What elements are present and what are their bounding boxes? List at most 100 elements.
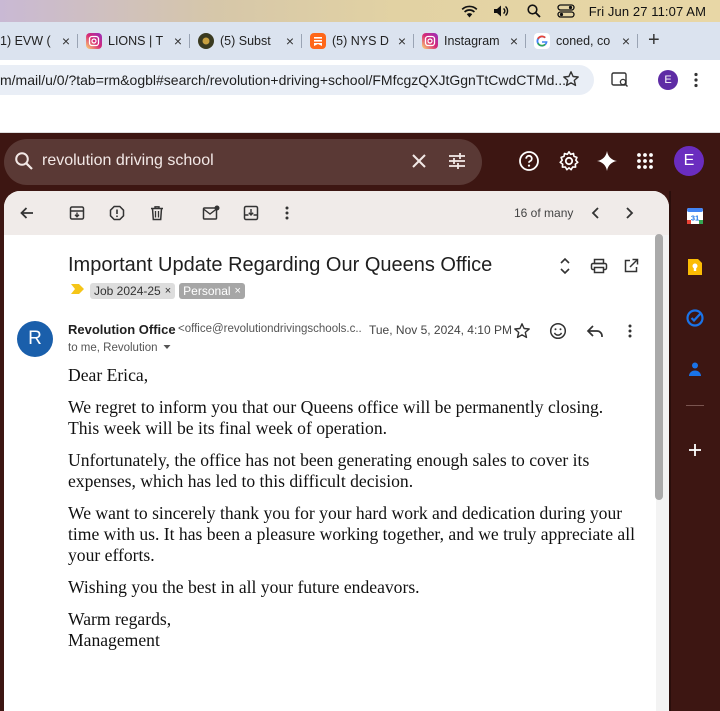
browser-menu-icon[interactable] — [684, 68, 708, 92]
search-options-icon[interactable] — [446, 150, 468, 177]
back-arrow-icon[interactable] — [16, 202, 38, 224]
macos-menu-bar: Fri Jun 27 11:07 AM — [0, 0, 720, 22]
calendar-day-text: 31 — [691, 214, 699, 223]
report-spam-icon[interactable] — [106, 202, 128, 224]
new-tab-button[interactable]: + — [638, 29, 670, 52]
sent-date: Tue, Nov 5, 2024, 4:10 PM — [369, 323, 512, 337]
browser-tab-nys[interactable]: (5) NYS D × — [302, 26, 414, 56]
search-icon[interactable] — [14, 151, 34, 176]
move-to-icon[interactable] — [240, 202, 262, 224]
google-calendar-icon[interactable]: 31 — [684, 205, 706, 227]
label-chip-job[interactable]: Job 2024-25 × — [90, 283, 176, 299]
side-panel-divider — [686, 405, 704, 406]
circle-logo-icon — [198, 33, 214, 49]
tab-label: (5) NYS D — [332, 34, 389, 48]
email-toolbar: 16 of many — [4, 191, 669, 235]
browser-tab-instagram[interactable]: Instagram × — [414, 26, 526, 56]
close-icon[interactable]: × — [168, 33, 182, 49]
body-paragraph: Wishing you the best in all your future … — [68, 577, 420, 597]
help-icon[interactable] — [516, 148, 542, 174]
sender-email: <office@revolutiondrivingschools.c... — [178, 323, 362, 335]
gmail-search-bar[interactable]: revolution driving school — [4, 139, 482, 185]
email-body: Dear Erica, We regret to inform you that… — [68, 365, 638, 662]
email-subject: Important Update Regarding Our Queens Of… — [68, 254, 493, 276]
instagram-icon — [422, 33, 438, 49]
scrollbar-thumb[interactable] — [655, 234, 663, 500]
menu-bar-clock[interactable]: Fri Jun 27 11:07 AM — [589, 4, 706, 19]
account-avatar[interactable]: E — [674, 146, 704, 176]
close-icon[interactable]: × — [280, 33, 294, 49]
browser-tab-evw[interactable]: 1) EVW ( × — [0, 26, 78, 56]
clear-search-icon[interactable] — [408, 150, 430, 177]
sender-avatar[interactable]: R — [17, 321, 53, 357]
browser-tab-substack[interactable]: (5) Subst × — [190, 26, 302, 56]
tab-label: 1) EVW ( — [0, 34, 51, 48]
remove-label-icon[interactable]: × — [165, 285, 171, 297]
mark-unread-icon[interactable] — [200, 202, 222, 224]
body-paragraph: Dear Erica, — [68, 365, 149, 385]
tab-label: LIONS | T — [108, 34, 164, 48]
email-reading-pane: 16 of many Important Update Regarding Ou… — [4, 191, 669, 711]
pagination-count: 16 of many — [514, 206, 574, 220]
tab-label: (5) Subst — [220, 34, 271, 48]
browser-tab-lions[interactable]: LIONS | T × — [78, 26, 190, 56]
previous-chevron-icon[interactable] — [584, 202, 606, 224]
profile-button[interactable]: E — [656, 68, 680, 92]
volume-icon[interactable] — [493, 3, 511, 19]
message-more-icon[interactable] — [619, 320, 641, 342]
google-contacts-icon[interactable] — [684, 358, 706, 380]
next-chevron-icon[interactable] — [619, 202, 641, 224]
more-actions-icon[interactable] — [276, 202, 298, 224]
label-chip-text: Job 2024-25 — [94, 284, 161, 298]
caret-down-icon[interactable] — [162, 342, 172, 354]
tab-search-icon[interactable] — [608, 68, 632, 92]
browser-tab-coned[interactable]: coned, co × — [526, 26, 638, 56]
remove-label-icon[interactable]: × — [235, 285, 241, 297]
delete-trash-icon[interactable] — [146, 202, 168, 224]
panel-divider — [669, 191, 671, 711]
star-icon[interactable] — [511, 320, 533, 342]
profile-avatar-small: E — [658, 70, 678, 90]
label-chip-personal[interactable]: Personal × — [179, 283, 245, 299]
browser-tab-strip: 1) EVW ( × LIONS | T × (5) Subst × (5) N… — [0, 22, 720, 60]
close-icon[interactable]: × — [504, 33, 518, 49]
importance-marker-icon[interactable] — [70, 282, 86, 300]
label-list: Job 2024-25 × Personal × — [70, 282, 245, 300]
sender-name[interactable]: Revolution Office — [68, 322, 176, 337]
google-tasks-icon[interactable] — [684, 307, 706, 329]
signature: Management — [68, 630, 160, 650]
google-apps-icon[interactable] — [632, 148, 658, 174]
control-center-icon[interactable] — [557, 3, 575, 19]
wifi-icon[interactable] — [461, 3, 479, 19]
recipients-line[interactable]: to me, Revolution — [68, 342, 172, 354]
google-keep-icon[interactable] — [684, 256, 706, 278]
body-paragraph: We want to sincerely thank you for your … — [68, 503, 635, 565]
tab-label: Instagram — [444, 34, 500, 48]
reply-icon[interactable] — [584, 320, 606, 342]
close-icon[interactable]: × — [616, 33, 630, 49]
address-bar[interactable]: m/mail/u/0/?tab=rm&ogbl#search/revolutio… — [0, 65, 594, 95]
sign-off: Warm regards, — [68, 609, 172, 629]
open-new-window-icon[interactable] — [620, 255, 642, 277]
settings-gear-icon[interactable] — [556, 148, 582, 174]
spotlight-search-icon[interactable] — [525, 3, 543, 19]
close-icon[interactable]: × — [392, 33, 406, 49]
print-icon[interactable] — [588, 255, 610, 277]
browser-spacer — [0, 100, 720, 133]
body-paragraph: Unfortunately, the office has not been g… — [68, 450, 590, 491]
bookmark-star-icon[interactable] — [562, 70, 580, 93]
add-addon-plus-icon[interactable] — [684, 439, 706, 461]
body-paragraph: We regret to inform you that our Queens … — [68, 397, 604, 438]
tab-label: coned, co — [556, 34, 611, 48]
archive-icon[interactable] — [66, 202, 88, 224]
recipients-text: to me, Revolution — [68, 342, 158, 354]
expand-collapse-icon[interactable] — [554, 255, 576, 277]
instagram-icon — [86, 33, 102, 49]
substack-icon — [310, 33, 326, 49]
label-chip-text: Personal — [183, 284, 231, 298]
gemini-sparkle-icon[interactable] — [594, 148, 620, 174]
search-input[interactable]: revolution driving school — [42, 152, 214, 170]
close-icon[interactable]: × — [56, 33, 70, 49]
emoji-reaction-icon[interactable] — [547, 320, 569, 342]
google-icon — [534, 33, 550, 49]
